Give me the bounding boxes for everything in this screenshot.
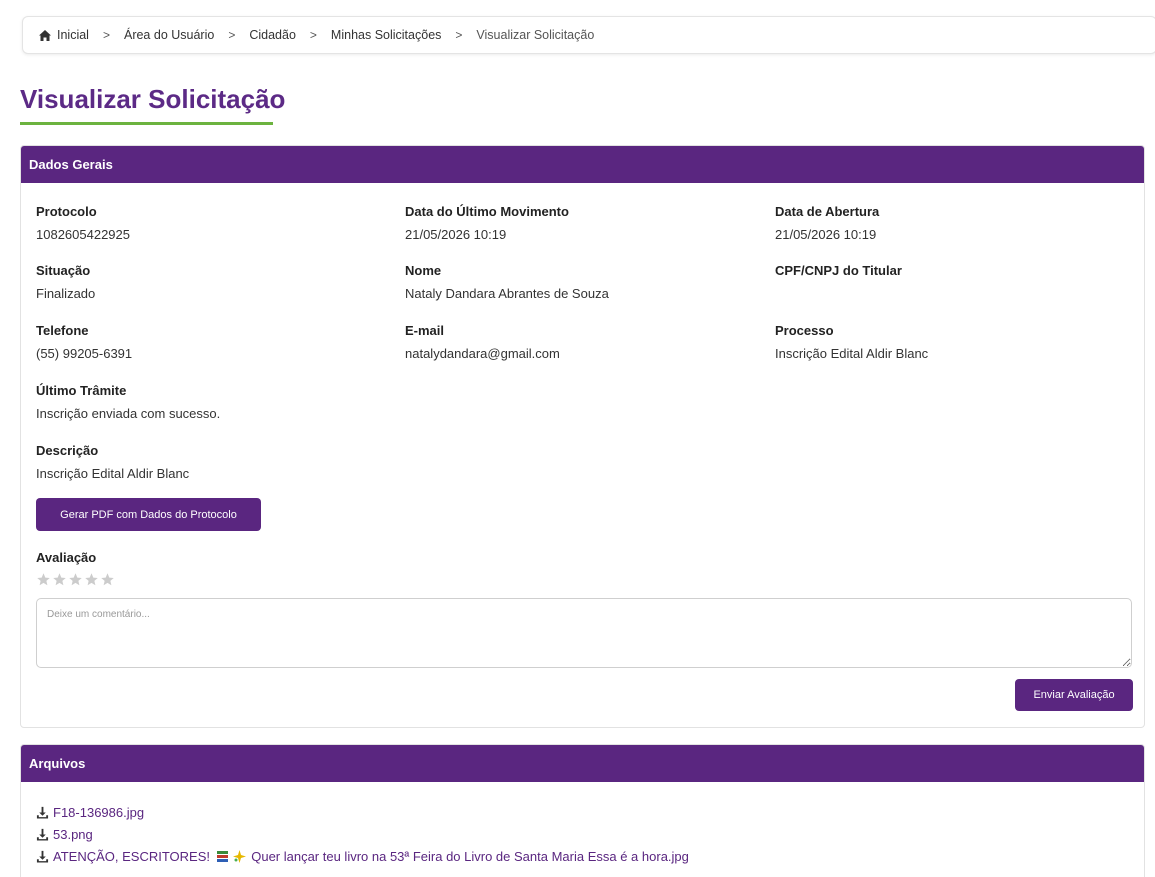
breadcrumb: Inicial > Área do Usuário > Cidadão > Mi… (22, 16, 1155, 54)
breadcrumb-separator: > (455, 28, 463, 42)
sparkle-icon (232, 849, 246, 863)
breadcrumb-item-current: Visualizar Solicitação (476, 28, 594, 42)
field-label: CPF/CNPJ do Titular (775, 263, 902, 278)
star-icon[interactable] (84, 572, 99, 587)
breadcrumb-item-area-usuario[interactable]: Área do Usuário (124, 28, 214, 42)
file-list: F18-136986.jpg 53.png ATENÇÃO, ESCRITORE… (36, 801, 689, 867)
arquivos-header: Arquivos (21, 745, 1144, 782)
field-situacao: Situação Finalizado (36, 263, 95, 301)
field-value: Finalizado (36, 286, 96, 301)
field-protocolo: Protocolo 1082605422925 (36, 204, 130, 242)
field-value: Inscrição Edital Aldir Blanc (775, 346, 929, 361)
field-label: Data de Abertura (775, 204, 880, 219)
field-label: Nome (405, 263, 442, 278)
field-label: Situação (36, 263, 91, 278)
file-link[interactable]: 53.png (36, 823, 689, 845)
generate-pdf-button[interactable]: Gerar PDF com Dados do Protocolo (36, 498, 261, 531)
breadcrumb-item-cidadao[interactable]: Cidadão (249, 28, 296, 42)
breadcrumb-item-minhas-solicitacoes[interactable]: Minhas Solicitações (331, 28, 441, 42)
breadcrumb-link-cidadao[interactable]: Cidadão (249, 28, 296, 42)
file-link[interactable]: F18-136986.jpg (36, 801, 689, 823)
field-value: Nataly Dandara Abrantes de Souza (405, 286, 609, 301)
field-telefone: Telefone (55) 99205-6391 (36, 323, 132, 361)
star-icon[interactable] (68, 572, 83, 587)
file-name[interactable]: F18-136986.jpg (53, 805, 144, 820)
star-icon[interactable] (100, 572, 115, 587)
submit-evaluation-button[interactable]: Enviar Avaliação (1015, 679, 1133, 711)
download-icon (36, 828, 49, 841)
breadcrumb-link-area-usuario[interactable]: Área do Usuário (124, 28, 214, 42)
field-descricao: Descrição Inscrição Edital Aldir Blanc (36, 443, 189, 481)
field-value: 21/05/2026 10:19 (405, 227, 507, 242)
field-label: Último Trâmite (36, 383, 127, 398)
star-icon[interactable] (52, 572, 67, 587)
field-nome: Nome Nataly Dandara Abrantes de Souza (405, 263, 609, 301)
download-icon (36, 850, 49, 863)
field-label: E-mail (405, 323, 445, 338)
page-title: Visualizar Solicitação (20, 84, 286, 114)
field-value: natalydandara@gmail.com (405, 346, 560, 361)
download-icon (36, 806, 49, 819)
home-icon (39, 29, 51, 41)
star-icon[interactable] (36, 572, 51, 587)
breadcrumb-separator: > (102, 28, 110, 42)
field-data-ultimo-movimento: Data do Último Movimento 21/05/2026 10:1… (405, 204, 569, 242)
file-name-suffix[interactable]: Quer lançar teu livro na 53ª Feira do Li… (248, 849, 689, 864)
field-processo: Processo Inscrição Edital Aldir Blanc (775, 323, 928, 361)
field-cpf-cnpj: CPF/CNPJ do Titular (775, 263, 902, 286)
file-link[interactable]: ATENÇÃO, ESCRITORES! Quer lançar teu liv… (36, 845, 689, 867)
file-name[interactable]: 53.png (53, 827, 93, 842)
avaliacao-label: Avaliação (36, 550, 97, 565)
field-data-abertura: Data de Abertura 21/05/2026 10:19 (775, 204, 879, 242)
breadcrumb-item-inicial[interactable]: Inicial (39, 28, 89, 42)
breadcrumb-current-label: Visualizar Solicitação (476, 28, 595, 42)
field-value: (55) 99205-6391 (36, 346, 133, 361)
breadcrumb-separator: > (309, 28, 317, 42)
field-value: 1082605422925 (36, 227, 130, 242)
field-value: 21/05/2026 10:19 (775, 227, 877, 242)
field-label: Data do Último Movimento (405, 204, 569, 219)
field-email: E-mail natalydandara@gmail.com (405, 323, 560, 361)
breadcrumb-link-minhas-solicitacoes[interactable]: Minhas Solicitações (331, 28, 441, 42)
field-ultimo-tramite: Último Trâmite Inscrição enviada com suc… (36, 383, 220, 421)
dados-gerais-header: Dados Gerais (21, 146, 1144, 183)
field-label: Protocolo (36, 204, 97, 219)
field-value: Inscrição enviada com sucesso. (36, 406, 221, 421)
arquivos-card: Arquivos F18-136986.jpg 53.png ATENÇÃO, … (20, 744, 1145, 877)
star-rating[interactable] (36, 572, 115, 587)
field-value: Inscrição Edital Aldir Blanc (36, 466, 190, 481)
comment-textarea[interactable] (36, 598, 1132, 668)
title-underline (20, 122, 273, 125)
field-label: Descrição (36, 443, 99, 458)
field-label: Processo (775, 323, 834, 338)
file-name-prefix[interactable]: ATENÇÃO, ESCRITORES! (53, 849, 214, 864)
books-icon (216, 850, 228, 862)
breadcrumb-link-inicial[interactable]: Inicial (57, 28, 89, 42)
field-label: Telefone (36, 323, 89, 338)
dados-gerais-card: Dados Gerais Protocolo 1082605422925 Dat… (20, 145, 1145, 728)
breadcrumb-separator: > (228, 28, 236, 42)
